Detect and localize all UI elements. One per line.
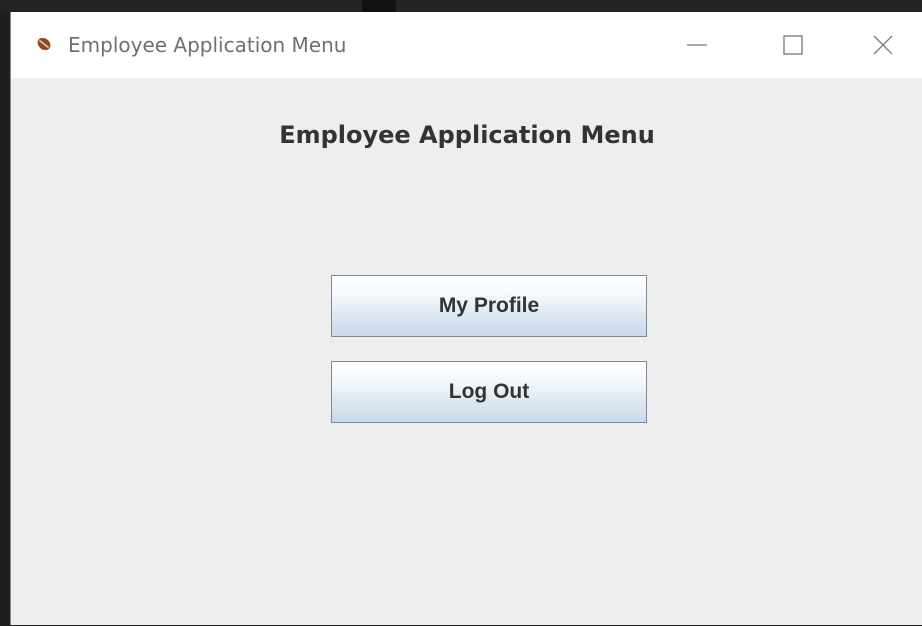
maximize-icon — [783, 35, 803, 55]
minimize-icon — [687, 44, 707, 46]
log-out-button[interactable]: Log Out — [331, 361, 647, 423]
title-bar[interactable]: Employee Application Menu — [11, 12, 922, 78]
desktop-background — [0, 0, 922, 12]
window-title: Employee Application Menu — [68, 33, 347, 57]
application-window: Employee Application Menu Employee Appli… — [10, 12, 922, 625]
maximize-button[interactable] — [753, 12, 833, 78]
java-coffee-icon[interactable] — [36, 36, 52, 52]
my-profile-button-label: My Profile — [438, 294, 540, 317]
close-button[interactable] — [843, 12, 922, 78]
close-icon — [873, 35, 893, 55]
minimize-button[interactable] — [657, 12, 737, 78]
menu-heading: Employee Application Menu — [279, 121, 655, 149]
content-panel: Employee Application Menu My Profile Log… — [11, 78, 922, 625]
my-profile-button[interactable]: My Profile — [331, 275, 647, 337]
log-out-button-label: Log Out — [448, 380, 530, 403]
desktop-background-block — [362, 0, 396, 12]
